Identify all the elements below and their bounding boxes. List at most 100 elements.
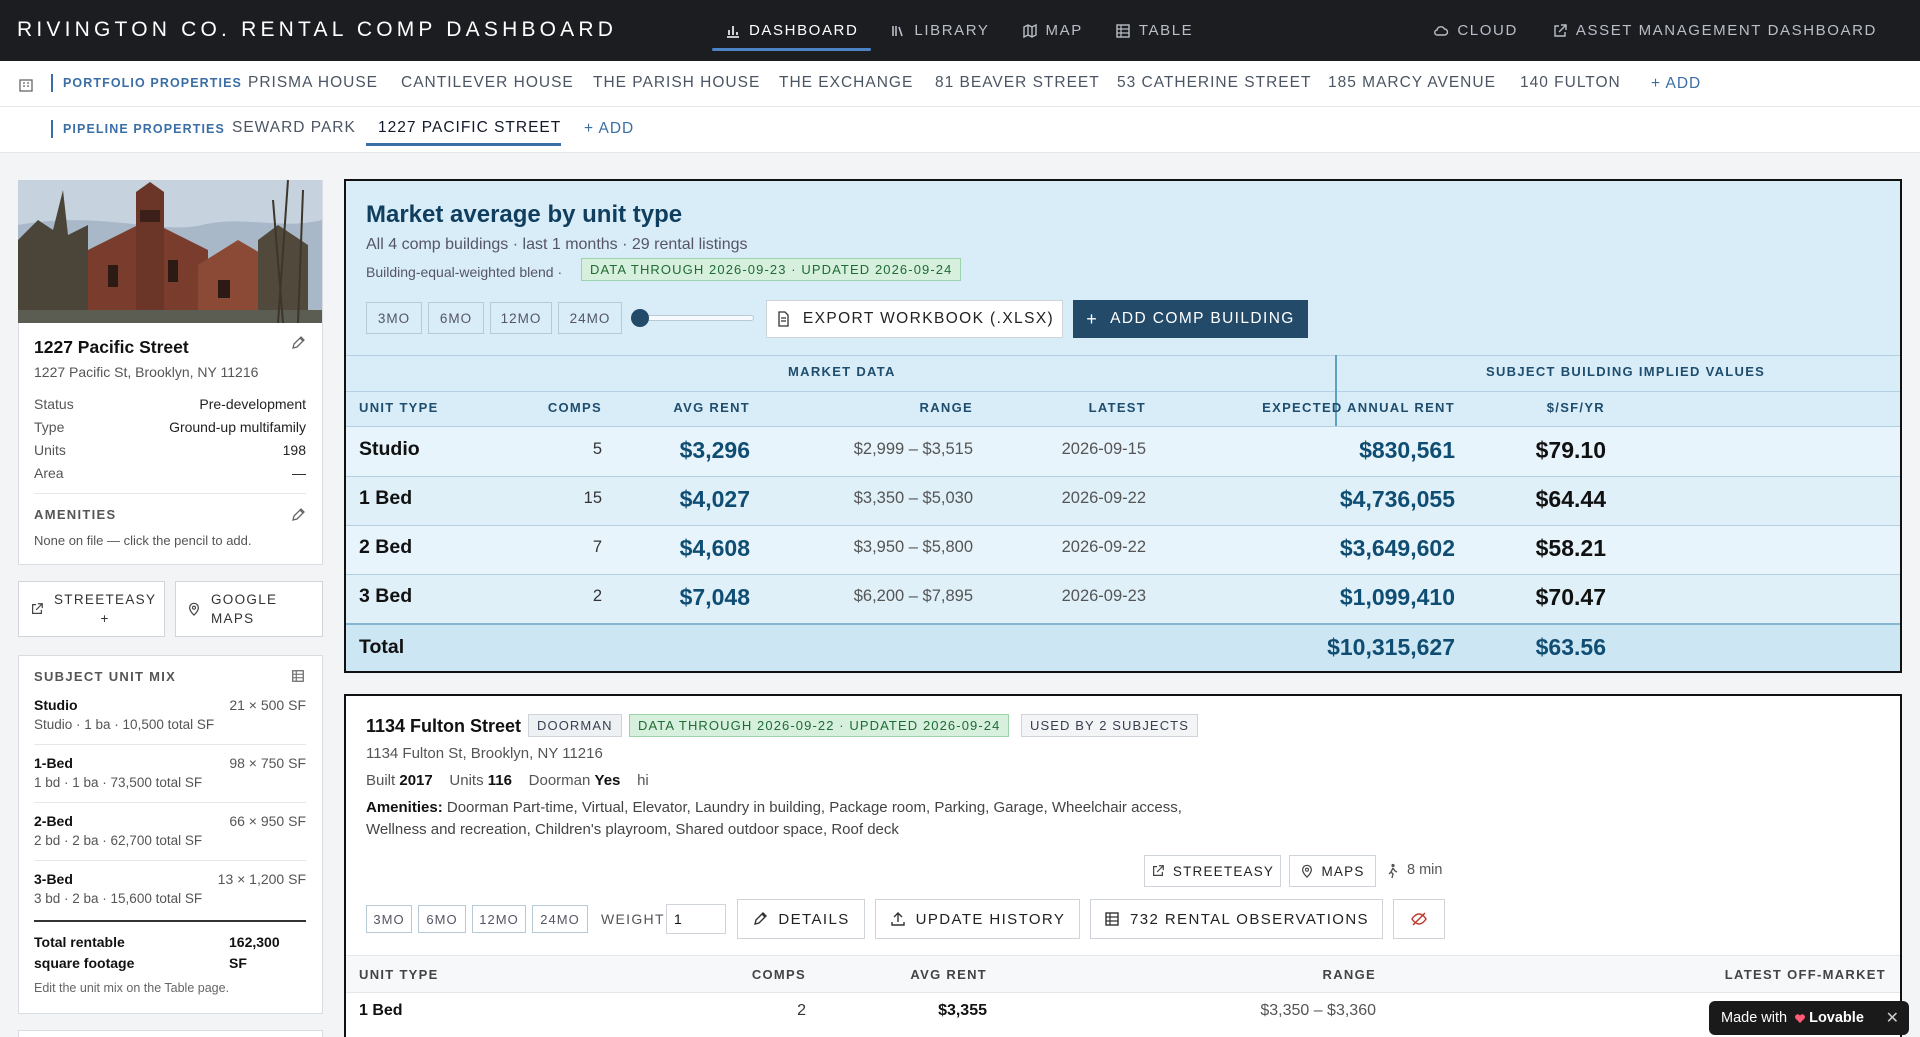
amenities-line-2: Wellness and recreation, Children's play… xyxy=(366,821,899,838)
col-psf: $/SF/YR xyxy=(1546,400,1605,415)
row-3bed-unit: 3 Bed xyxy=(359,585,413,607)
walk-time: 8 min xyxy=(1407,862,1443,878)
total-psf: $63.56 xyxy=(1535,634,1606,660)
comp-period-3mo[interactable]: 3MO xyxy=(366,905,412,933)
comp-period-12mo[interactable]: 12MO xyxy=(472,905,526,933)
total-divider xyxy=(34,920,306,922)
col-expected-annual-rent: EXPECTED ANNUAL RENT xyxy=(1262,400,1455,415)
row-studio-annual: $830,561 xyxy=(1359,437,1455,463)
close-icon[interactable]: ✕ xyxy=(1886,1008,1899,1028)
divider xyxy=(34,493,306,494)
comp-period-24mo[interactable]: 24MO xyxy=(532,905,588,933)
lovable-prefix: Made with xyxy=(1721,1010,1788,1026)
file-icon xyxy=(778,311,789,327)
external-link-icon xyxy=(1554,23,1567,37)
tab-the-exchange[interactable]: THE EXCHANGE xyxy=(779,74,913,92)
weight-label: WEIGHT xyxy=(601,911,665,927)
nav-map[interactable]: MAP xyxy=(1009,0,1096,61)
period-6mo[interactable]: 6MO xyxy=(428,302,484,334)
walking-icon xyxy=(1388,863,1398,879)
row-3bed-psf: $70.47 xyxy=(1535,584,1606,610)
used-by-badge: USED BY 2 SUBJECTS xyxy=(1021,714,1198,737)
weight-input[interactable] xyxy=(666,904,726,934)
tab-seward-park[interactable]: SEWARD PARK xyxy=(232,119,356,137)
row-2bed-unit: 2 Bed xyxy=(359,536,413,558)
tab-185-marcy[interactable]: 185 MARCY AVENUE xyxy=(1328,74,1496,92)
rental-observations-button[interactable]: 732 RENTAL OBSERVATIONS xyxy=(1090,899,1383,939)
row-2bed-annual: $3,649,602 xyxy=(1339,535,1455,561)
period-slider-track[interactable] xyxy=(632,315,754,321)
col-range: RANGE xyxy=(919,400,973,415)
nav-library[interactable]: LIBRARY xyxy=(877,0,1002,61)
map-icon xyxy=(1022,23,1037,38)
tab-prisma-house[interactable]: PRISMA HOUSE xyxy=(248,74,378,92)
tab-81-beaver[interactable]: 81 BEAVER STREET xyxy=(935,74,1100,92)
period-12mo[interactable]: 12MO xyxy=(490,302,552,334)
add-pipeline-button[interactable]: + ADD xyxy=(584,120,634,138)
streeteasy-link-button[interactable]: STREETEASY + xyxy=(18,581,165,637)
table-divider xyxy=(346,355,1900,356)
heart-icon xyxy=(1795,1014,1806,1023)
map-pin-icon xyxy=(189,602,199,616)
comp-period-6mo[interactable]: 6MO xyxy=(418,905,466,933)
area-label: Area xyxy=(34,465,64,481)
tab-1227-pacific[interactable]: 1227 PACIFIC STREET xyxy=(378,119,561,137)
nav-table[interactable]: TABLE xyxy=(1102,0,1206,61)
status-value: Pre-development xyxy=(199,396,306,412)
hide-comp-button[interactable] xyxy=(1393,899,1445,939)
comp-col-unit-type: UNIT TYPE xyxy=(359,967,439,982)
details-button[interactable]: DETAILS xyxy=(737,899,865,939)
nav-dashboard-label: DASHBOARD xyxy=(749,22,859,39)
row-studio-avg: $3,296 xyxy=(679,437,750,463)
amenities-label: Amenities: xyxy=(366,799,443,816)
subject-address: 1227 Pacific St, Brooklyn, NY 11216 xyxy=(34,364,259,380)
table-divider xyxy=(346,391,1900,392)
export-workbook-button[interactable]: EXPORT WORKBOOK (.XLSX) xyxy=(766,300,1063,338)
row-studio-comps: 5 xyxy=(592,440,602,458)
row-2bed-range: $3,950 – $5,800 xyxy=(853,538,973,556)
mix-studio-count: 21 × 500 SF xyxy=(229,697,306,713)
nav-asset-management-label: ASSET MANAGEMENT DASHBOARD xyxy=(1575,22,1877,39)
table-icon[interactable] xyxy=(291,669,305,683)
pipeline-label: PIPELINE PROPERTIES xyxy=(51,120,225,138)
add-portfolio-button[interactable]: + ADD xyxy=(1651,75,1701,93)
add-comp-building-label: ADD COMP BUILDING xyxy=(1110,310,1295,327)
unit-mix-heading: SUBJECT UNIT MIX xyxy=(34,669,177,684)
building-icon xyxy=(19,79,33,92)
tab-140-fulton[interactable]: 140 FULTON xyxy=(1520,74,1621,92)
row-1bed-annual: $4,736,055 xyxy=(1339,486,1455,512)
market-title: Market average by unit type xyxy=(366,201,683,228)
row-1bed-range: $3,350 – $5,030 xyxy=(853,489,973,507)
mix-studio-name: Studio xyxy=(34,697,78,713)
col-latest: LATEST xyxy=(1088,400,1146,415)
row-1bed-unit: 1 Bed xyxy=(359,487,413,509)
tab-cantilever-house[interactable]: CANTILEVER HOUSE xyxy=(401,74,574,92)
comp-maps-button[interactable]: MAPS xyxy=(1289,855,1376,887)
period-3mo[interactable]: 3MO xyxy=(366,302,422,334)
comp-facts: Built 2017 Units 116 Doorman Yes hi xyxy=(366,772,649,789)
tab-53-catherine[interactable]: 53 CATHERINE STREET xyxy=(1117,74,1311,92)
upload-icon xyxy=(890,912,905,926)
divider xyxy=(34,802,306,803)
row-1bed-avg: $4,027 xyxy=(679,486,750,512)
col-avg-rent: AVG RENT xyxy=(673,400,750,415)
nav-cloud[interactable]: CLOUD xyxy=(1420,0,1531,61)
row-2bed-avg: $4,608 xyxy=(679,535,750,561)
nav-dashboard[interactable]: DASHBOARD xyxy=(712,0,872,61)
comp-streeteasy-label: STREETEASY xyxy=(1172,863,1275,879)
made-with-lovable-badge[interactable]: Made with Lovable ✕ xyxy=(1709,1001,1909,1035)
update-history-button[interactable]: UPDATE HISTORY xyxy=(875,899,1080,939)
comp-streeteasy-button[interactable]: STREETEASY xyxy=(1144,855,1281,887)
nav-asset-management[interactable]: ASSET MANAGEMENT DASHBOARD xyxy=(1539,0,1890,61)
edit-amenities-pencil-icon[interactable] xyxy=(290,507,306,523)
row-2bed-latest: 2026-09-22 xyxy=(1061,538,1146,556)
add-comp-building-button[interactable]: + ADD COMP BUILDING xyxy=(1073,300,1308,338)
tab-parish-house[interactable]: THE PARISH HOUSE xyxy=(593,74,760,92)
table-icon xyxy=(1116,23,1130,38)
period-24mo[interactable]: 24MO xyxy=(558,302,622,334)
comp-col-range: RANGE xyxy=(1322,967,1376,982)
unit-mix-note: Edit the unit mix on the Table page. xyxy=(34,981,230,995)
google-maps-link-button[interactable]: GOOGLE MAPS xyxy=(175,581,323,637)
period-slider-thumb[interactable] xyxy=(631,309,649,327)
edit-pencil-icon[interactable] xyxy=(290,335,306,351)
